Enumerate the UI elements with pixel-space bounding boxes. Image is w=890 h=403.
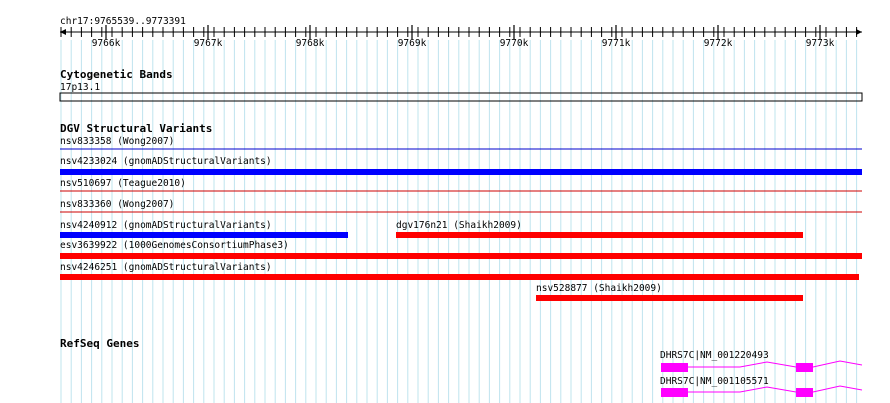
gene-intron: [812, 385, 863, 393]
dgv-track: DGV Structural Variants nsv833358 (Wong2…: [60, 122, 862, 301]
dgv-feature[interactable]: nsv528877 (Shaikh2009): [536, 283, 803, 301]
dgv-feature-label: nsv4233024 (gnomADStructuralVariants): [60, 156, 272, 167]
dgv-feature-label: nsv4240912 (gnomADStructuralVariants): [60, 220, 272, 231]
dgv-feature[interactable]: nsv4233024 (gnomADStructuralVariants): [60, 156, 862, 175]
dgv-feature[interactable]: nsv833358 (Wong2007): [60, 136, 862, 150]
dgv-feature-label: esv3639922 (1000GenomesConsortiumPhase3): [60, 240, 289, 251]
gene-intron: [812, 360, 863, 368]
ruler-tick-label: 9767k: [194, 38, 223, 49]
cytoband-label: 17p13.1: [60, 82, 100, 93]
dgv-feature[interactable]: nsv4240912 (gnomADStructuralVariants): [60, 220, 348, 238]
gene-exon[interactable]: [796, 388, 813, 397]
dgv-feature-bar[interactable]: [60, 274, 859, 280]
ruler-tick-label: 9772k: [704, 38, 733, 49]
dgv-feature-bar[interactable]: [396, 232, 803, 238]
coordinate-ruler: chr17:9765539..9773391 9766k 9767k 9768k 97…: [60, 16, 862, 49]
dgv-feature[interactable]: nsv833360 (Wong2007): [60, 199, 862, 213]
dgv-feature-bar[interactable]: [60, 253, 862, 259]
dgv-feature-label: nsv510697 (Teague2010): [60, 178, 186, 189]
ruler-tick-label: 9771k: [602, 38, 631, 49]
track-title-cytogenetic-bands: Cytogenetic Bands: [60, 68, 173, 81]
refseq-gene[interactable]: DHRS7C|NM_001105571: [660, 376, 863, 397]
ruler-tick-label: 9770k: [500, 38, 529, 49]
gene-exon[interactable]: [796, 363, 813, 372]
dgv-feature[interactable]: nsv510697 (Teague2010): [60, 178, 862, 192]
track-title-refseq: RefSeq Genes: [60, 337, 139, 350]
dgv-feature[interactable]: dgv176n21 (Shaikh2009): [396, 220, 803, 238]
cytoband-bar[interactable]: [59, 92, 863, 102]
cytoband-track: Cytogenetic Bands 17p13.1: [59, 68, 863, 102]
dgv-feature-bar[interactable]: [60, 232, 348, 238]
ruler-tick-label: 9773k: [806, 38, 835, 49]
refseq-track: RefSeq Genes DHRS7C|NM_001220493 DHRS7C|N…: [60, 337, 863, 397]
dgv-feature-label: nsv833358 (Wong2007): [60, 136, 174, 147]
ruler-tick-label: 9766k: [92, 38, 121, 49]
dgv-feature-label: nsv833360 (Wong2007): [60, 199, 174, 210]
gene-exon[interactable]: [661, 388, 688, 397]
gene-label: DHRS7C|NM_001105571: [660, 376, 769, 387]
track-title-dgv: DGV Structural Variants: [60, 122, 212, 135]
gene-exon[interactable]: [661, 363, 688, 372]
dgv-feature-bar[interactable]: [536, 295, 803, 301]
ruler-tick-label: 9768k: [296, 38, 325, 49]
dgv-feature[interactable]: nsv4246251 (gnomADStructuralVariants): [60, 262, 859, 280]
dgv-feature-label: nsv528877 (Shaikh2009): [536, 283, 662, 294]
dgv-feature-bar[interactable]: [60, 169, 862, 175]
refseq-gene[interactable]: DHRS7C|NM_001220493: [660, 350, 863, 372]
gene-label: DHRS7C|NM_001220493: [660, 350, 769, 361]
gene-intron: [688, 386, 797, 393]
region-label: chr17:9765539..9773391: [60, 16, 186, 27]
genome-browser-view: chr17:9765539..9773391 9766k 9767k 9768k 97…: [59, 16, 863, 403]
dgv-feature-label: dgv176n21 (Shaikh2009): [396, 220, 522, 231]
dgv-feature-label: nsv4246251 (gnomADStructuralVariants): [60, 262, 272, 273]
ruler-tick-label: 9769k: [398, 38, 427, 49]
gene-intron: [688, 361, 797, 368]
dgv-feature[interactable]: esv3639922 (1000GenomesConsortiumPhase3): [60, 240, 862, 259]
